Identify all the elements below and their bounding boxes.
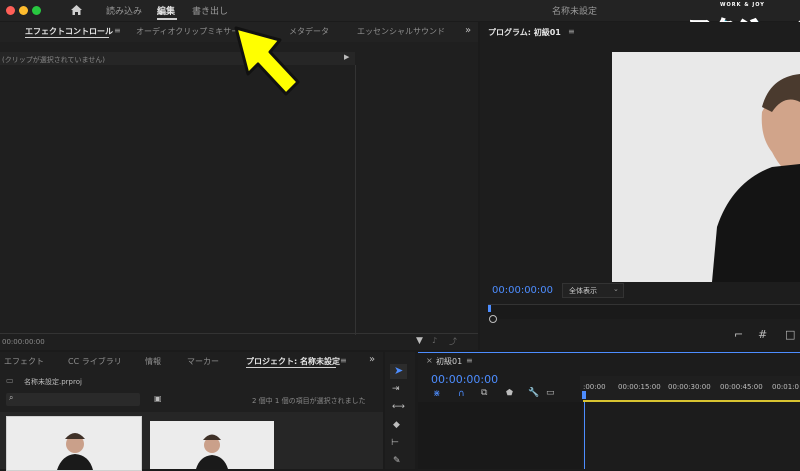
no-clip-message: (クリップが選択されていません) xyxy=(2,56,106,64)
tab-markers[interactable]: マーカー xyxy=(187,356,219,367)
workspace-edit-underline xyxy=(157,18,177,20)
ruler-label-1: 00:00:15:00 xyxy=(618,383,661,391)
chevron-down-icon: ⌄ xyxy=(613,285,619,293)
tab-overflow-icon[interactable]: » xyxy=(465,25,471,36)
ruler-label-2: 00:00:30:00 xyxy=(668,383,711,391)
audio-icon[interactable]: ♪ xyxy=(432,336,437,345)
track-headers xyxy=(418,402,582,469)
sequence-tab[interactable]: 初級01 xyxy=(436,356,462,367)
razor-icon[interactable]: ◆ xyxy=(393,420,400,430)
zoom-dropdown-value: 全体表示 xyxy=(569,287,597,295)
workspace-export[interactable]: 書き出し xyxy=(192,4,228,17)
workspace-edit[interactable]: 編集 xyxy=(157,4,175,17)
selection-arrow-icon: ➤ xyxy=(394,364,404,377)
filter-icon[interactable]: ▼ xyxy=(416,336,423,346)
sequence-thumbnail-image xyxy=(150,421,274,469)
tab-effects[interactable]: エフェクト xyxy=(4,356,44,367)
pen-icon[interactable]: ✎ xyxy=(393,456,401,466)
project-menu-icon[interactable]: ≡ xyxy=(340,356,347,365)
program-menu-icon[interactable]: ≡ xyxy=(568,27,575,36)
document-title: 名称未設定 xyxy=(552,7,598,17)
insert-snap-icon[interactable]: ⋇ xyxy=(433,389,441,399)
active-tab-underline xyxy=(25,37,109,38)
wrench-icon[interactable]: 🔧 xyxy=(528,388,539,398)
project-clip-thumbnail[interactable] xyxy=(6,416,142,471)
track-select-icon[interactable]: ⇥ xyxy=(392,384,400,394)
clip-thumbnail-image xyxy=(7,417,141,470)
zoom-dropdown[interactable]: 全体表示 ⌄ xyxy=(562,283,624,298)
close-sequence-icon[interactable]: × xyxy=(426,356,433,365)
project-search-input[interactable]: ⌕ xyxy=(6,393,140,406)
ruler-label-3: 00:00:45:00 xyxy=(720,383,763,391)
workspace-import[interactable]: 読み込み xyxy=(106,4,142,17)
logo-tagline: WORK & JOY xyxy=(720,2,765,8)
tab-audio-clip-mixer[interactable]: オーディオクリップミキサー xyxy=(136,26,239,37)
mark-out-icon[interactable]: □ xyxy=(785,328,795,341)
expand-arrow-icon[interactable]: ▶ xyxy=(344,53,349,61)
program-playhead[interactable] xyxy=(488,305,491,312)
close-window-button[interactable] xyxy=(6,6,15,15)
tab-cc-libraries[interactable]: CC ライブラリ xyxy=(68,356,122,367)
ruler-label-4: 00:01:0 xyxy=(772,383,799,391)
ripple-edit-icon[interactable]: ⟷ xyxy=(392,402,405,412)
project-file-name: 名称未設定.prproj xyxy=(24,378,82,386)
magnet-icon[interactable]: ∩ xyxy=(458,389,465,399)
timeline-timecode[interactable]: 00:00:00:00 xyxy=(431,373,498,386)
work-area-bar[interactable] xyxy=(583,400,800,402)
footer-divider xyxy=(0,333,478,334)
timeline-playhead[interactable] xyxy=(582,391,586,399)
effect-controls-timecode: 00:00:00:00 xyxy=(2,338,45,346)
minimize-window-button[interactable] xyxy=(19,6,28,15)
tab-essential-sound[interactable]: エッセンシャルサウンド xyxy=(357,26,445,37)
person-video-image xyxy=(612,52,800,282)
panel-divider xyxy=(355,65,356,335)
add-marker-icon[interactable]: # xyxy=(758,328,767,341)
tab-effect-controls[interactable]: エフェクトコントロール xyxy=(25,26,113,37)
maximize-window-button[interactable] xyxy=(32,6,41,15)
playhead-circle-icon[interactable] xyxy=(489,315,497,323)
tab-info[interactable]: 情報 xyxy=(145,356,161,367)
project-tab-underline xyxy=(246,367,336,368)
captions-icon[interactable]: ▭ xyxy=(546,388,555,398)
project-sequence-thumbnail[interactable] xyxy=(150,421,274,469)
ruler-label-0: :00:00 xyxy=(583,383,606,391)
playhead-line xyxy=(584,402,585,469)
program-timecode[interactable]: 00:00:00:00 xyxy=(492,285,553,296)
home-icon[interactable] xyxy=(70,4,83,16)
pointer-arrow-annotation xyxy=(234,26,300,96)
panel-menu-icon[interactable]: ≡ xyxy=(114,26,121,35)
program-time-ruler[interactable] xyxy=(488,304,800,319)
export-frame-icon[interactable]: ⤴ xyxy=(449,336,457,347)
add-marker-timeline-icon[interactable]: ⬟ xyxy=(506,388,513,397)
new-bin-icon[interactable]: ▣ xyxy=(154,394,162,403)
search-icon: ⌕ xyxy=(9,393,14,402)
tab-project[interactable]: プロジェクト: 名称未設定 xyxy=(246,356,340,367)
project-bin-icon: ▭ xyxy=(6,376,14,385)
program-monitor-title: プログラム: 初級01 xyxy=(488,28,561,37)
sequence-menu-icon[interactable]: ≡ xyxy=(466,356,473,365)
slip-icon[interactable]: ⊢ xyxy=(391,438,399,448)
bottom-tab-overflow-icon[interactable]: » xyxy=(369,354,375,365)
mark-in-icon[interactable]: ⌐ xyxy=(734,328,743,341)
program-video-frame xyxy=(612,52,800,282)
linked-selection-icon[interactable]: ⧉ xyxy=(481,388,487,398)
selection-status: 2 個中 1 個の項目が選択されました xyxy=(252,397,366,405)
